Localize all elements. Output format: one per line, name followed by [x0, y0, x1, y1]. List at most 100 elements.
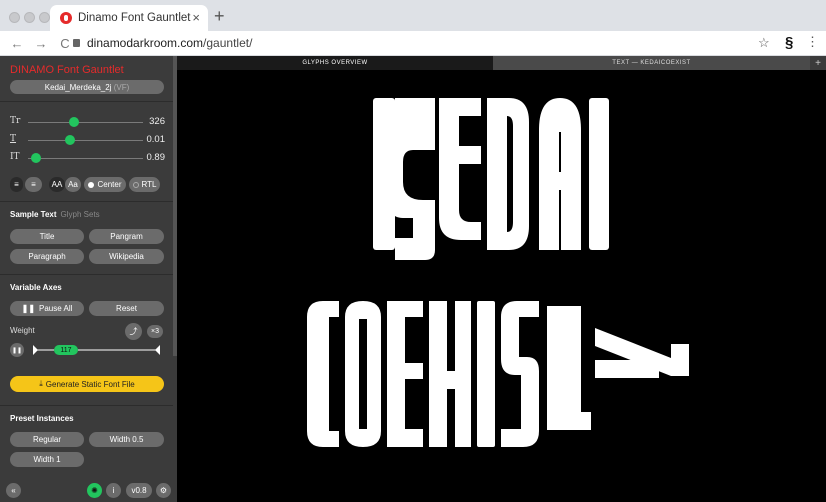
- mixedcase-button[interactable]: Aa: [65, 177, 81, 192]
- specimen-text-coexist: [307, 301, 689, 447]
- sample-text-heading[interactable]: Sample Text Glyph Sets: [10, 210, 100, 219]
- line-height-slider[interactable]: IT 0.89: [10, 152, 165, 164]
- button-label: Reset: [116, 304, 137, 313]
- download-icon: ⤓: [39, 379, 43, 388]
- button-label: Title: [39, 232, 55, 241]
- preset-width-05-button[interactable]: Width 0.5: [89, 432, 164, 447]
- slider-track: [28, 140, 143, 141]
- sample-text-tab[interactable]: Sample Text: [10, 210, 57, 219]
- divider: [0, 405, 173, 406]
- browser-tab-title: Dinamo Font Gauntlet: [78, 12, 191, 24]
- info-button[interactable]: i: [106, 483, 121, 498]
- rtl-toggle[interactable]: RTL: [129, 177, 160, 192]
- settings-button[interactable]: ⚙: [156, 483, 171, 498]
- close-tab-icon[interactable]: ×: [192, 10, 200, 25]
- toggle-on-icon: [88, 181, 95, 188]
- extension-icon[interactable]: §: [785, 34, 793, 51]
- add-view-tab-icon[interactable]: +: [810, 56, 826, 70]
- window-minimize-dot[interactable]: [24, 12, 35, 23]
- reload-icon[interactable]: C: [58, 36, 72, 51]
- button-label: Width 0.5: [109, 435, 144, 444]
- tab-label: GLYPHS OVERVIEW: [302, 60, 368, 66]
- slider-track: [28, 122, 143, 123]
- tracking-icon: T: [10, 134, 17, 144]
- curve-button[interactable]: ⤴: [125, 323, 142, 340]
- bookmark-star-icon[interactable]: ☆: [758, 35, 770, 51]
- browser-menu-icon[interactable]: ⋮: [806, 34, 819, 50]
- forward-icon[interactable]: →: [34, 36, 48, 51]
- tracking-slider[interactable]: T 0.01: [10, 134, 165, 146]
- weight-pause-button[interactable]: ❚❚: [10, 343, 24, 357]
- dinamo-favicon-icon: [60, 12, 72, 24]
- app-title: DINAMO Font Gauntlet: [10, 64, 124, 76]
- weight-axis-control[interactable]: ❚❚ 117: [10, 343, 165, 357]
- sample-title-button[interactable]: Title: [10, 229, 84, 244]
- tab-text-kedaicoexist[interactable]: TEXT — KEDAICOEXIST: [493, 56, 810, 70]
- button-label: Width 1: [33, 455, 61, 464]
- align-justify-icon: ≡: [31, 180, 36, 189]
- uppercase-label: AA: [51, 180, 63, 189]
- button-label: Pause All: [39, 304, 73, 313]
- font-suffix: (VF): [113, 82, 130, 92]
- tracking-value: 0.01: [146, 134, 166, 145]
- align-left-button[interactable]: ≡: [10, 177, 23, 192]
- weight-label: Weight: [10, 326, 35, 335]
- variable-axes-heading: Variable Axes: [10, 283, 62, 292]
- slider-knob[interactable]: [65, 135, 75, 145]
- pause-all-button[interactable]: ❚❚ Pause All: [10, 301, 84, 316]
- preset-instances-heading: Preset Instances: [10, 414, 74, 423]
- sample-pangram-button[interactable]: Pangram: [89, 229, 164, 244]
- window-close-dot[interactable]: [9, 12, 20, 23]
- preset-regular-button[interactable]: Regular: [10, 432, 84, 447]
- weight-value-knob[interactable]: 117: [54, 345, 78, 355]
- specimen-canvas[interactable]: [177, 70, 826, 502]
- line-height-icon: IT: [10, 152, 20, 162]
- url-path: /gauntlet/: [203, 36, 253, 50]
- align-left-icon: ≡: [14, 180, 19, 189]
- uppercase-button[interactable]: AA: [49, 177, 65, 192]
- reset-button[interactable]: Reset: [89, 301, 164, 316]
- speed-button[interactable]: ×3: [147, 325, 163, 338]
- center-toggle[interactable]: Center: [84, 177, 126, 192]
- version-badge[interactable]: v0.8: [126, 483, 152, 498]
- align-justify-button[interactable]: ≡: [25, 177, 42, 192]
- specimen-area: GLYPHS OVERVIEW TEXT — KEDAICOEXIST +: [177, 56, 826, 502]
- font-selector[interactable]: Kedai_Merdeka_2j (VF): [10, 80, 164, 94]
- weight-slider[interactable]: [30, 343, 165, 357]
- weight-value: 117: [60, 346, 72, 354]
- tab-glyphs-overview[interactable]: GLYPHS OVERVIEW: [177, 56, 493, 70]
- window-zoom-dot[interactable]: [39, 12, 50, 23]
- slider-knob[interactable]: [69, 117, 79, 127]
- live-status-button[interactable]: ✺: [87, 483, 102, 498]
- view-tabs: GLYPHS OVERVIEW TEXT — KEDAICOEXIST +: [177, 56, 826, 70]
- sample-paragraph-button[interactable]: Paragraph: [10, 249, 84, 264]
- gauntlet-sidebar: DINAMO Font Gauntlet Kedai_Merdeka_2j (V…: [0, 56, 177, 502]
- collapse-sidebar-button[interactable]: «: [6, 483, 21, 498]
- speed-label: ×3: [151, 328, 159, 335]
- lock-icon: [73, 39, 80, 47]
- glyph-sets-tab[interactable]: Glyph Sets: [61, 210, 100, 219]
- info-icon: i: [112, 486, 115, 495]
- pause-icon: ❚❚: [11, 347, 23, 354]
- preset-width-1-button[interactable]: Width 1: [10, 452, 84, 467]
- new-tab-icon[interactable]: +: [214, 6, 225, 27]
- generate-static-font-button[interactable]: ⤓ Generate Static Font File: [10, 376, 164, 392]
- range-end-handle[interactable]: [155, 345, 160, 355]
- browser-tab-strip: Dinamo Font Gauntlet × +: [0, 0, 826, 31]
- button-label: Paragraph: [28, 252, 66, 261]
- url-host: dinamodarkroom.com: [87, 36, 204, 50]
- browser-tab[interactable]: Dinamo Font Gauntlet ×: [50, 5, 208, 31]
- mixedcase-label: Aa: [68, 180, 78, 189]
- font-name: Kedai_Merdeka_2j: [44, 82, 112, 92]
- slider-knob[interactable]: [31, 153, 41, 163]
- sample-wikipedia-button[interactable]: Wikipedia: [89, 249, 164, 264]
- button-label: Regular: [32, 435, 61, 444]
- url-field[interactable]: dinamodarkroom.com/gauntlet/: [73, 36, 252, 50]
- gear-icon: ⚙: [159, 486, 168, 495]
- font-size-icon: Tr: [10, 116, 21, 126]
- line-height-value: 0.89: [146, 152, 166, 163]
- back-icon[interactable]: ←: [10, 36, 24, 51]
- address-bar: ← → C dinamodarkroom.com/gauntlet/ ☆ § ⋮: [0, 31, 826, 56]
- font-size-slider[interactable]: Tr 326: [10, 116, 165, 128]
- divider: [0, 274, 173, 275]
